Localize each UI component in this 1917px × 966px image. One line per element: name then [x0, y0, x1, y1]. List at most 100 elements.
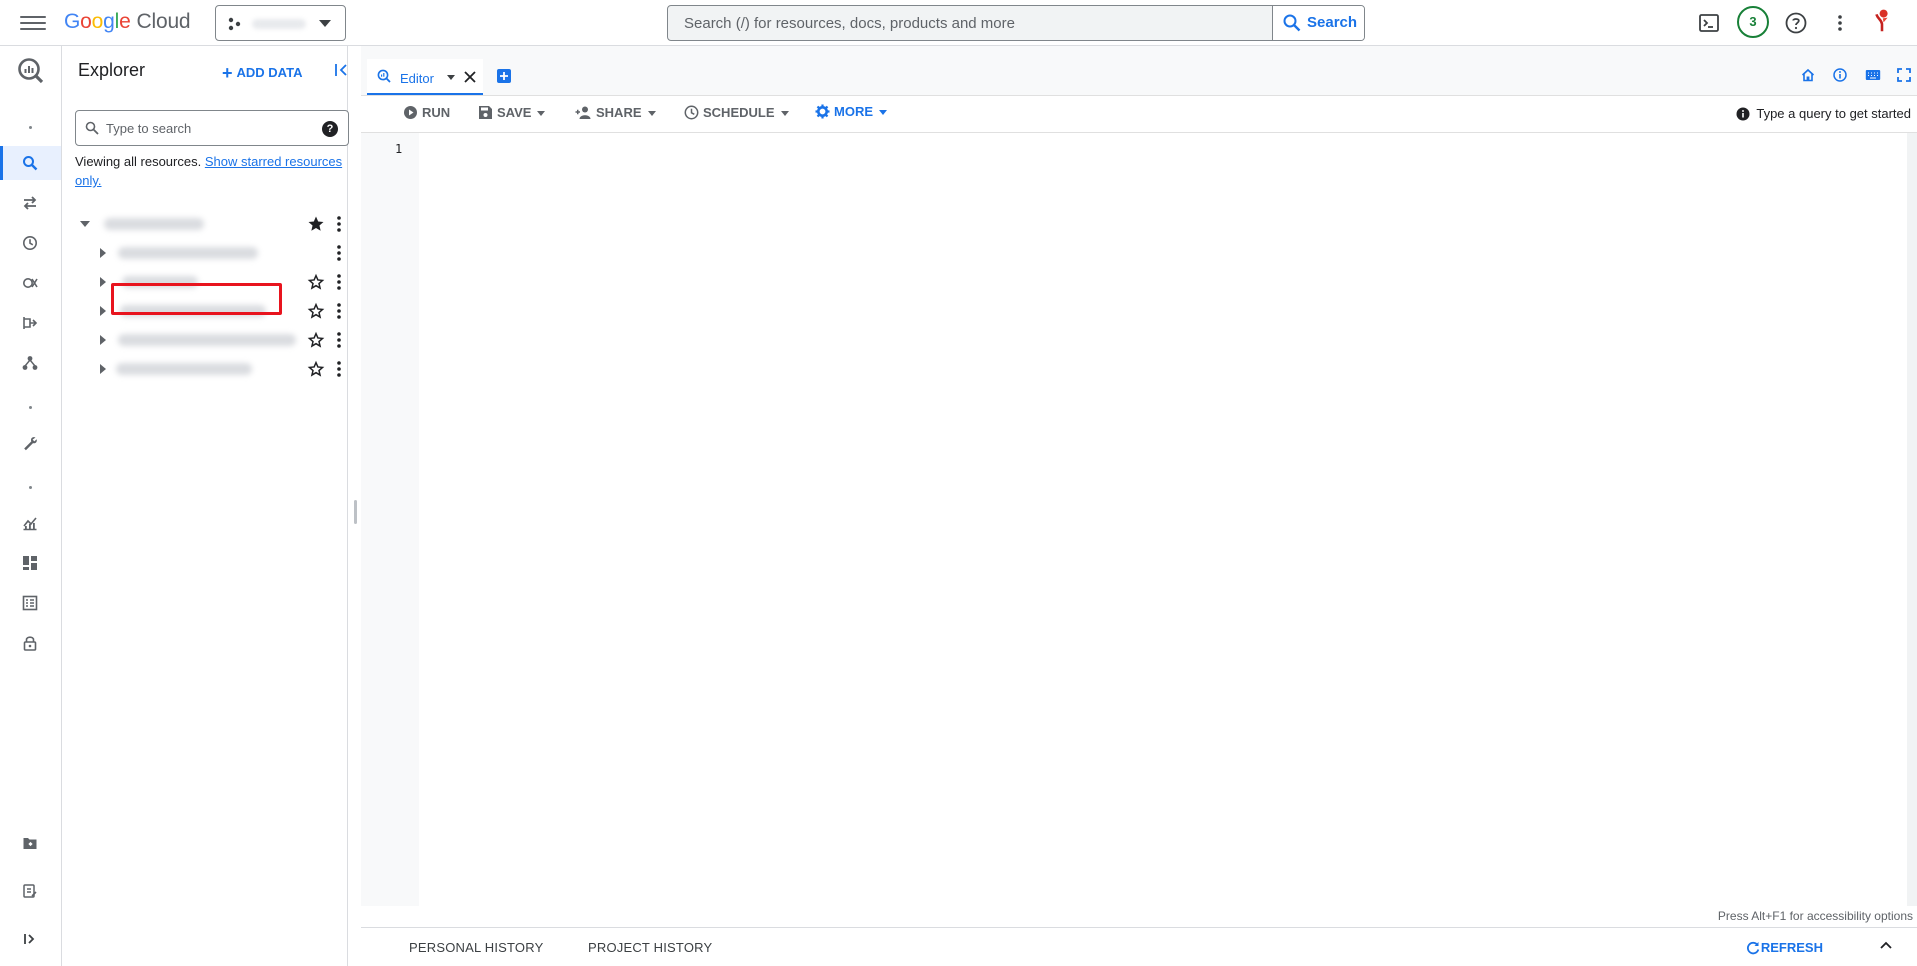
- viewing-resources-note: Viewing all resources. Show starred reso…: [75, 154, 343, 188]
- gear-icon: [815, 104, 830, 119]
- star-filled-icon[interactable]: [307, 215, 325, 233]
- fullscreen-icon[interactable]: [1897, 68, 1911, 82]
- rail-tables[interactable]: [0, 586, 61, 620]
- notes-icon: [23, 884, 37, 898]
- star-outline-icon[interactable]: [307, 360, 325, 378]
- top-bar: GoogleCloud Search 3: [0, 0, 1917, 46]
- rail-monitoring[interactable]: [0, 506, 61, 540]
- rail-dataflow[interactable]: [0, 306, 61, 340]
- home-icon[interactable]: [1801, 68, 1815, 82]
- editor-scrollbar[interactable]: [1907, 133, 1917, 906]
- line-number: 1: [395, 142, 403, 156]
- dashboard-icon: [23, 556, 37, 570]
- more-vert-icon[interactable]: [330, 244, 348, 262]
- rail-expand[interactable]: [0, 922, 61, 956]
- tree-row-dataset[interactable]: [68, 241, 348, 265]
- editor-toolbar: RUN SAVE SHARE SCHEDULE MORE Type a quer…: [361, 96, 1917, 133]
- tab-editor[interactable]: Editor: [367, 59, 483, 95]
- search-icon: [1283, 14, 1301, 32]
- global-search-input[interactable]: [668, 6, 1272, 40]
- editor-tab-bar: Editor: [361, 46, 1917, 96]
- chevron-down-icon: [319, 20, 331, 27]
- share-button[interactable]: SHARE: [575, 105, 660, 125]
- keyboard-icon[interactable]: [1865, 68, 1881, 82]
- search-help-icon[interactable]: ?: [322, 121, 338, 137]
- redacted-resource-name: [118, 247, 258, 259]
- add-data-button[interactable]: + ADD DATA: [222, 63, 302, 84]
- tab-dropdown-icon[interactable]: [447, 75, 455, 80]
- left-nav-rail: [0, 46, 62, 966]
- close-tab-icon[interactable]: [464, 71, 476, 83]
- more-button[interactable]: MORE: [815, 104, 891, 124]
- caret-right-icon: [100, 248, 106, 258]
- run-button[interactable]: RUN: [403, 105, 450, 125]
- caret-right-icon: [100, 277, 106, 287]
- more-vert-icon[interactable]: [330, 273, 348, 291]
- rail-workflows[interactable]: [0, 346, 61, 380]
- project-picker-icon: [228, 17, 241, 31]
- more-vert-icon[interactable]: [330, 331, 348, 349]
- chevron-down-icon: [879, 110, 887, 115]
- rail-search[interactable]: [0, 146, 61, 180]
- rail-transfers[interactable]: [0, 186, 61, 220]
- rail-notes[interactable]: [0, 874, 61, 908]
- tree-row-dataset[interactable]: [68, 328, 348, 352]
- new-query-tab-icon[interactable]: [497, 69, 511, 83]
- more-vert-icon[interactable]: [330, 360, 348, 378]
- bigquery-logo-icon: [18, 58, 44, 84]
- schedule-button[interactable]: SCHEDULE: [684, 105, 793, 125]
- info-icon[interactable]: [1833, 68, 1847, 82]
- more-vert-icon[interactable]: [330, 215, 348, 233]
- star-outline-icon[interactable]: [307, 273, 325, 291]
- table-icon: [22, 595, 38, 611]
- notification-badge[interactable]: 3: [1737, 6, 1769, 38]
- refresh-button[interactable]: REFRESH: [1746, 940, 1823, 955]
- more-vert-icon[interactable]: [330, 302, 348, 320]
- caret-right-icon: [100, 335, 106, 345]
- tab-personal-history[interactable]: PERSONAL HISTORY: [409, 940, 543, 955]
- analytics-hub-icon: [23, 278, 38, 288]
- account-avatar-icon[interactable]: [1870, 8, 1894, 32]
- more-vert-icon[interactable]: [1828, 11, 1852, 35]
- rail-analytics-hub[interactable]: [0, 266, 61, 300]
- panel-resize-handle[interactable]: [354, 500, 357, 524]
- menu-icon[interactable]: [20, 13, 46, 33]
- star-outline-icon[interactable]: [307, 302, 325, 320]
- refresh-icon: [1746, 941, 1760, 955]
- project-picker[interactable]: [215, 5, 346, 41]
- redacted-resource-name: [116, 363, 252, 375]
- collapse-panel-icon[interactable]: [334, 62, 350, 78]
- rail-release-notes[interactable]: [0, 826, 61, 860]
- editor-area: Editor RUN SAVE SHARE SCHEDULE MORE Type: [361, 46, 1917, 966]
- accessibility-hint: Press Alt+F1 for accessibility options: [1717, 909, 1913, 923]
- person-add-icon: [575, 106, 591, 119]
- chevron-up-icon[interactable]: [1879, 938, 1893, 952]
- save-button[interactable]: SAVE: [478, 105, 549, 125]
- rail-security[interactable]: [0, 626, 61, 660]
- release-notes-icon: [23, 838, 37, 849]
- caret-right-icon: [100, 364, 106, 374]
- highlight-annotation-box: [111, 283, 282, 315]
- sql-code-editor[interactable]: [419, 133, 1907, 906]
- rail-scheduled-queries[interactable]: [0, 226, 61, 260]
- caret-right-icon: [100, 306, 106, 316]
- cloud-shell-icon[interactable]: [1697, 11, 1721, 35]
- rail-dashboard[interactable]: [0, 546, 61, 580]
- tab-project-history[interactable]: PROJECT HISTORY: [588, 940, 712, 955]
- help-icon[interactable]: [1784, 11, 1808, 35]
- explorer-search-input[interactable]: [106, 111, 306, 145]
- rail-divider-dot: [29, 486, 32, 489]
- tree-row-dataset[interactable]: [68, 357, 348, 381]
- redacted-resource-name: [104, 218, 204, 230]
- google-cloud-logo[interactable]: Google Cloud: [64, 10, 191, 34]
- tools-icon: [24, 437, 37, 451]
- global-search-button[interactable]: Search: [1272, 6, 1364, 40]
- redacted-resource-name: [118, 334, 296, 346]
- scheduled-queries-icon: [23, 236, 37, 250]
- rail-bigquery[interactable]: [0, 55, 61, 89]
- tree-row-project[interactable]: [68, 212, 348, 236]
- caret-down-icon: [80, 221, 90, 227]
- star-outline-icon[interactable]: [307, 331, 325, 349]
- query-icon: [377, 69, 391, 83]
- rail-tools[interactable]: [0, 426, 61, 460]
